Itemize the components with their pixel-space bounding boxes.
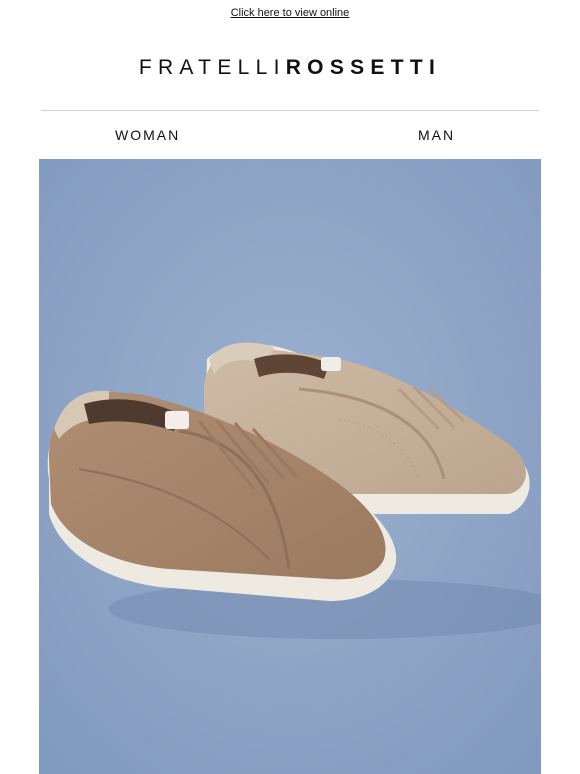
brand-name-light: FRATELLI [138, 56, 286, 79]
hero-image[interactable] [39, 159, 541, 774]
header-divider [41, 110, 539, 111]
hero-image-illustration [39, 159, 541, 774]
brand-logo[interactable]: FRATELLIROSSETTI [0, 56, 580, 80]
brand-name-bold: ROSSETTI [285, 56, 442, 79]
nav-man-link[interactable]: MAN [418, 127, 455, 143]
view-online-bar: Click here to view online [0, 0, 580, 25]
view-online-link[interactable]: Click here to view online [231, 7, 350, 19]
nav-woman-link[interactable]: WOMAN [115, 127, 180, 143]
